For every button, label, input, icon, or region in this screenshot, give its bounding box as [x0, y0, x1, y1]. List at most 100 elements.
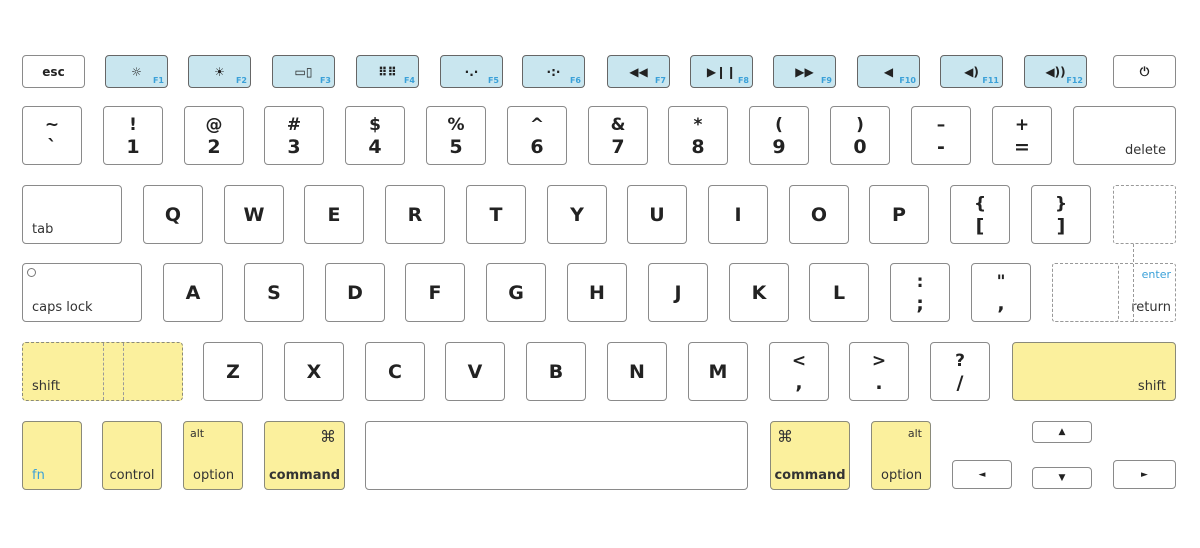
key-k[interactable]: K — [729, 263, 789, 322]
key-name-label: delete — [1125, 143, 1166, 158]
key-1[interactable]: ! 1 — [103, 106, 163, 165]
key-p[interactable]: P — [869, 185, 929, 244]
key-blank[interactable]: :; — [890, 263, 950, 322]
key-command[interactable]: command ⌘ — [264, 421, 345, 490]
key-z[interactable]: Z — [203, 342, 263, 401]
key-e[interactable]: E — [304, 185, 364, 244]
key-5[interactable]: % 5 — [426, 106, 486, 165]
key-delete[interactable]: delete — [1073, 106, 1176, 165]
key-t[interactable]: T — [466, 185, 526, 244]
key-label: W — [243, 203, 265, 226]
key-brightness-down-icon[interactable]: ☼ F1 — [105, 55, 168, 88]
key-shift-symbol: < — [791, 351, 807, 371]
key-fast-forward-icon[interactable]: ▶▶ F9 — [773, 55, 836, 88]
key-control[interactable]: control — [102, 421, 162, 490]
return-key-upper[interactable] — [1113, 185, 1176, 244]
key-7[interactable]: & 7 — [588, 106, 648, 165]
key-shift[interactable]: shift — [22, 342, 183, 401]
key-blank[interactable]: + = — [992, 106, 1052, 165]
key-mute-icon[interactable]: ◀ F10 — [857, 55, 920, 88]
key-base-symbol: , — [997, 293, 1005, 315]
key-shift-symbol: & — [610, 115, 626, 135]
key-blank[interactable]: ~ ` — [22, 106, 82, 165]
key-launchpad-icon[interactable]: ⠿⠿ F4 — [356, 55, 419, 88]
key-r[interactable]: R — [385, 185, 445, 244]
key-command[interactable]: command ⌘ — [770, 421, 850, 490]
key-m[interactable]: M — [688, 342, 748, 401]
arrow-down-key[interactable]: ▼ — [1032, 467, 1092, 489]
key-b[interactable]: B — [526, 342, 586, 401]
key-keyboard-backlight-up-icon[interactable]: ·:· F6 — [522, 55, 585, 88]
key-shift-symbol: ~ — [44, 115, 60, 135]
key-l[interactable]: L — [809, 263, 869, 322]
key-shift-symbol: # — [286, 115, 302, 135]
key-shift-symbol: ^ — [529, 115, 545, 135]
key-j[interactable]: J — [648, 263, 708, 322]
key-a[interactable]: A — [163, 263, 223, 322]
key-rewind-icon[interactable]: ◀◀ F7 — [607, 55, 670, 88]
key-d[interactable]: D — [325, 263, 385, 322]
key-base-symbol: 2 — [207, 136, 221, 158]
key-option[interactable]: option alt — [871, 421, 931, 490]
key-g[interactable]: G — [486, 263, 546, 322]
key-shift-symbol: $ — [369, 115, 381, 135]
key-blank[interactable]: <, — [769, 342, 829, 401]
key-shift-symbol: " — [996, 272, 1006, 292]
key-0[interactable]: ) 0 — [830, 106, 890, 165]
key-o[interactable]: O — [789, 185, 849, 244]
arrow-up-key[interactable]: ▲ — [1032, 421, 1092, 443]
key-n[interactable]: N — [607, 342, 667, 401]
key-blank[interactable]: >. — [849, 342, 909, 401]
key-keyboard-backlight-down-icon[interactable]: ·.· F5 — [440, 55, 503, 88]
space-bar[interactable] — [365, 421, 748, 490]
key-blank[interactable]: ? / — [930, 342, 990, 401]
key-esc[interactable]: esc — [22, 55, 85, 88]
key-x[interactable]: X — [284, 342, 344, 401]
key-volume-up-icon[interactable]: ◀)) F12 — [1024, 55, 1087, 88]
key-4[interactable]: $4 — [345, 106, 405, 165]
key-label: U — [649, 203, 665, 226]
key-w[interactable]: W — [224, 185, 284, 244]
key-shift[interactable]: shift — [1012, 342, 1176, 401]
key-c[interactable]: C — [365, 342, 425, 401]
key-blank[interactable]: }] — [1031, 185, 1091, 244]
return-key-inner — [1052, 263, 1119, 322]
fn-number-label: F8 — [737, 76, 749, 85]
key-volume-down-icon[interactable]: ◀) F11 — [940, 55, 1003, 88]
key-9[interactable]: (9 — [749, 106, 809, 165]
key-blank[interactable]: {[ — [950, 185, 1010, 244]
key-caps-lock[interactable]: caps lock — [22, 263, 142, 322]
key-blank[interactable]: ", — [971, 263, 1031, 322]
divider — [123, 343, 124, 400]
key-u[interactable]: U — [627, 185, 687, 244]
key-fn[interactable]: fn — [22, 421, 82, 490]
key-y[interactable]: Y — [547, 185, 607, 244]
key-3[interactable]: #3 — [264, 106, 324, 165]
key-2[interactable]: @2 — [184, 106, 244, 165]
key-brightness-up-icon[interactable]: ☀ F2 — [188, 55, 251, 88]
key-option[interactable]: option alt — [183, 421, 243, 490]
key-power-icon[interactable]: ⏻ — [1113, 55, 1176, 88]
key-base-symbol: 6 — [530, 136, 544, 158]
key-v[interactable]: V — [445, 342, 505, 401]
key-base-symbol: 4 — [368, 136, 382, 158]
key-base-symbol: 5 — [449, 136, 463, 158]
key-blank[interactable]: – - — [911, 106, 971, 165]
fn-number-label: F9 — [820, 76, 832, 85]
key-f[interactable]: F — [405, 263, 465, 322]
key-play-pause-icon[interactable]: ▶❙❙ F8 — [690, 55, 753, 88]
key-label: I — [734, 203, 742, 226]
key-shift-symbol: ? — [955, 351, 965, 371]
key-6[interactable]: ^ 6 — [507, 106, 567, 165]
key-i[interactable]: I — [708, 185, 768, 244]
key-q[interactable]: Q — [143, 185, 203, 244]
key-8[interactable]: * 8 — [668, 106, 728, 165]
arrow-right-key[interactable]: ► — [1113, 460, 1176, 489]
key-mission-control-icon[interactable]: ▭▯ F3 — [272, 55, 335, 88]
key-s[interactable]: S — [244, 263, 304, 322]
arrow-left-key[interactable]: ◄ — [952, 460, 1012, 489]
key-tab[interactable]: tab — [22, 185, 122, 244]
key-label: Y — [570, 203, 584, 226]
key-label: J — [674, 281, 682, 304]
key-h[interactable]: H — [567, 263, 627, 322]
